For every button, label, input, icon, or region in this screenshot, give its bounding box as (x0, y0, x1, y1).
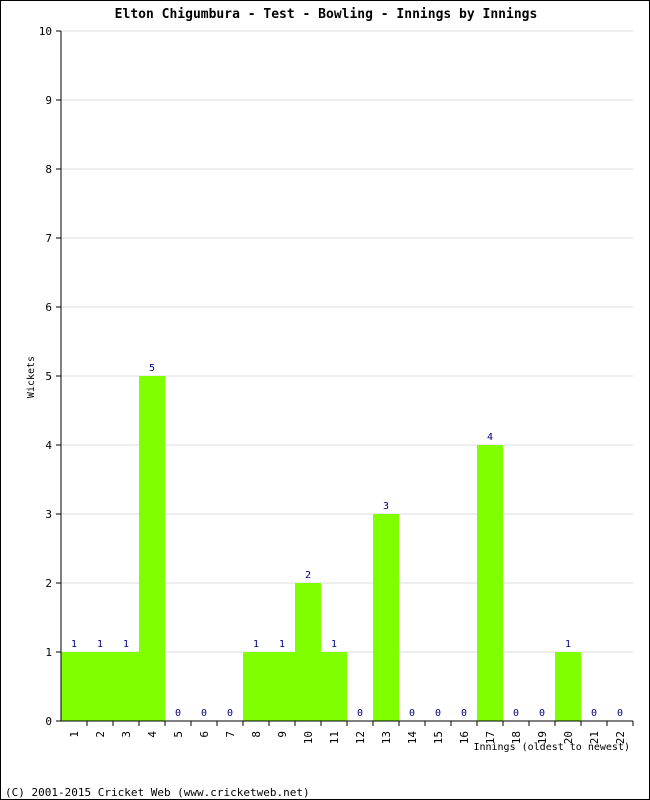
data-label: 0 (357, 708, 363, 719)
bar (269, 652, 295, 721)
y-axis-label: Wickets (26, 356, 37, 398)
bar (555, 652, 581, 721)
bar (321, 652, 347, 721)
x-tick-label: 11 (328, 731, 341, 744)
y-tick-label: 4 (45, 439, 52, 452)
bar-chart: Elton Chigumbura - Test - Bowling - Inni… (26, 7, 634, 753)
x-tick-label: 8 (250, 731, 263, 738)
x-tick-label: 13 (380, 731, 393, 744)
chart-container: Elton Chigumbura - Test - Bowling - Inni… (0, 0, 650, 800)
x-axis-label: Innings (oldest to newest) (473, 742, 630, 753)
y-tick-label: 1 (45, 646, 52, 659)
data-label: 0 (591, 708, 597, 719)
data-label: 0 (513, 708, 519, 719)
data-label: 1 (123, 639, 129, 650)
y-tick-label: 2 (45, 577, 52, 590)
data-label: 2 (305, 570, 311, 581)
data-label: 0 (617, 708, 623, 719)
y-tick-label: 9 (45, 94, 52, 107)
bar (477, 445, 503, 721)
x-tick-label: 5 (172, 731, 185, 738)
bar (373, 514, 399, 721)
bar (61, 652, 87, 721)
y-tick-label: 10 (39, 25, 52, 38)
data-label: 4 (487, 432, 493, 443)
data-label: 1 (331, 639, 337, 650)
x-tick-label: 1 (68, 731, 81, 738)
bar (113, 652, 139, 721)
y-tick-label: 8 (45, 163, 52, 176)
x-tick-label: 7 (224, 731, 237, 738)
y-tick-label: 7 (45, 232, 52, 245)
bar (139, 376, 165, 721)
data-label: 1 (565, 639, 571, 650)
data-label: 0 (201, 708, 207, 719)
bar (87, 652, 113, 721)
data-label: 1 (279, 639, 285, 650)
y-tick-label: 3 (45, 508, 52, 521)
x-tick-label: 12 (354, 731, 367, 744)
y-tick-label: 6 (45, 301, 52, 314)
data-label: 0 (409, 708, 415, 719)
x-tick-label: 4 (146, 731, 159, 738)
x-tick-label: 14 (406, 731, 419, 745)
copyright-footer: (C) 2001-2015 Cricket Web (www.cricketwe… (5, 786, 310, 799)
x-tick-label: 10 (302, 731, 315, 744)
data-label: 5 (149, 363, 155, 374)
data-label: 1 (71, 639, 77, 650)
x-tick-label: 9 (276, 731, 289, 738)
data-label: 0 (227, 708, 233, 719)
y-tick-label: 5 (45, 370, 52, 383)
data-label: 0 (461, 708, 467, 719)
x-tick-label: 2 (94, 731, 107, 738)
y-tick-label: 0 (45, 715, 52, 728)
x-tick-label: 16 (458, 731, 471, 744)
x-tick-label: 6 (198, 731, 211, 738)
chart-title: Elton Chigumbura - Test - Bowling - Inni… (115, 7, 538, 22)
bar (295, 583, 321, 721)
data-label: 1 (253, 639, 259, 650)
data-label: 0 (175, 708, 181, 719)
data-label: 3 (383, 501, 389, 512)
data-label: 0 (539, 708, 545, 719)
data-label: 1 (97, 639, 103, 650)
data-label: 0 (435, 708, 441, 719)
x-tick-label: 15 (432, 731, 445, 744)
bar (243, 652, 269, 721)
x-tick-label: 3 (120, 731, 133, 738)
